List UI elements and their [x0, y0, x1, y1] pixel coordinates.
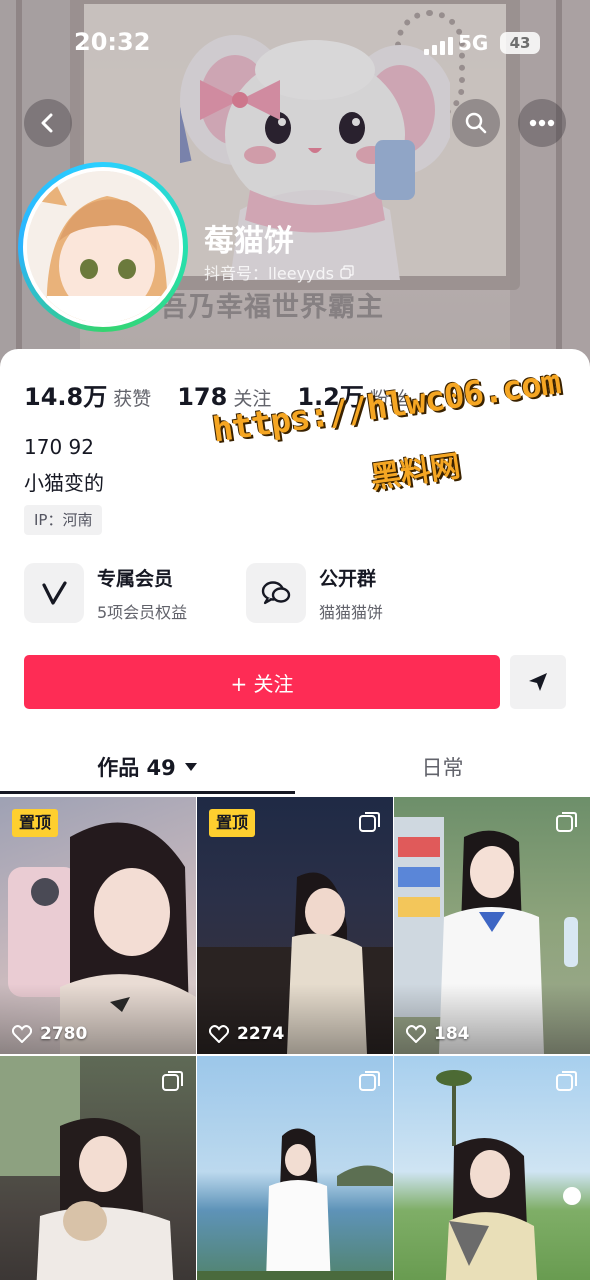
copy-icon[interactable] [340, 265, 354, 279]
member-icon-box [24, 563, 84, 623]
multi-image-icon [162, 1071, 183, 1091]
avatar-illustration [27, 171, 179, 323]
chevron-left-icon [41, 113, 53, 133]
multi-image-icon [556, 1071, 577, 1091]
video-thumbnail[interactable]: 置顶 2274 [197, 797, 393, 1054]
pinned-badge: 置顶 [12, 809, 59, 837]
tab-indicator [0, 791, 295, 794]
watermark-url: https://hlwc06.com [210, 362, 563, 451]
pinned-badge: 置顶 [209, 809, 256, 837]
follow-button[interactable]: + 关注 [24, 655, 500, 709]
avatar[interactable] [18, 162, 188, 332]
signal-icon [424, 37, 453, 55]
tab-works-label: 作品 49 [97, 756, 176, 780]
profile-nickname: 莓猫饼 [204, 224, 294, 259]
profile-banner: 吾乃幸福世界霸主 20:32 5G 43 莓猫饼 抖音号：lleeyyds [0, 0, 590, 370]
network-type: 5G [458, 31, 489, 55]
member-title: 专属会员 [97, 567, 174, 590]
watermark-brand: 黑料网 [368, 448, 463, 497]
multi-image-icon [556, 812, 577, 832]
follow-label: + 关注 [230, 671, 294, 696]
member-subtitle: 5项会员权益 [97, 602, 188, 622]
like-count: 184 [406, 1024, 470, 1044]
tab-daily-label: 日常 [421, 756, 464, 780]
tab-works[interactable]: 作品 49 [0, 739, 295, 795]
like-count: 2274 [209, 1024, 284, 1044]
send-icon [529, 673, 547, 691]
search-icon [465, 112, 487, 134]
more-button[interactable] [518, 99, 566, 147]
multi-image-icon [359, 812, 380, 832]
heart-icon [406, 1025, 426, 1043]
like-count: 2780 [12, 1024, 87, 1044]
stat-likes[interactable]: 14.8万 获赞 [24, 377, 151, 412]
member-entry[interactable]: 专属会员 5项会员权益 [24, 563, 187, 623]
heart-icon [209, 1025, 229, 1043]
group-chat-icon [261, 581, 291, 605]
like-count-value: 2274 [237, 1024, 285, 1044]
heart-icon [12, 1025, 32, 1043]
avatar-image [23, 167, 183, 327]
group-entry[interactable]: 公开群 猫猫猫饼 [246, 563, 383, 623]
search-button[interactable] [452, 99, 500, 147]
douyin-id-text: 抖音号：lleeyyds [204, 264, 335, 283]
more-dots-icon [529, 119, 555, 127]
like-count-value: 184 [434, 1024, 470, 1044]
bio-line: 170 92 [24, 435, 94, 459]
tab-daily[interactable]: 日常 [295, 739, 590, 795]
stat-label: 获赞 [113, 388, 152, 410]
video-thumbnail[interactable]: 置顶 2780 [0, 797, 196, 1054]
bio-line: 小猫变的 [24, 471, 104, 495]
status-bar: 20:32 5G 43 [0, 28, 590, 62]
group-subtitle: 猫猫猫饼 [319, 602, 384, 622]
content-tabs: 作品 49 日常 [0, 739, 590, 795]
status-time: 20:32 [74, 28, 151, 56]
like-count-value: 2780 [40, 1024, 88, 1044]
battery-indicator: 43 [500, 32, 540, 54]
share-button[interactable] [510, 655, 566, 709]
stat-value: 178 [177, 383, 228, 411]
multi-image-icon [359, 1071, 380, 1091]
caret-down-icon [184, 763, 197, 771]
ip-location-tag: IP：河南 [24, 505, 103, 535]
back-button[interactable] [24, 99, 72, 147]
group-title: 公开群 [319, 567, 377, 590]
douyin-id[interactable]: 抖音号：lleeyyds [204, 260, 354, 284]
video-thumbnail[interactable] [197, 1056, 393, 1280]
group-icon-box [246, 563, 306, 623]
video-thumbnail[interactable] [394, 1056, 590, 1280]
stat-value: 14.8万 [24, 383, 108, 411]
video-grid: 置顶 2780 置顶 2274 184 [0, 797, 590, 1280]
member-v-icon [42, 581, 67, 605]
video-thumbnail[interactable] [0, 1056, 196, 1280]
video-thumbnail[interactable]: 184 [394, 797, 590, 1054]
